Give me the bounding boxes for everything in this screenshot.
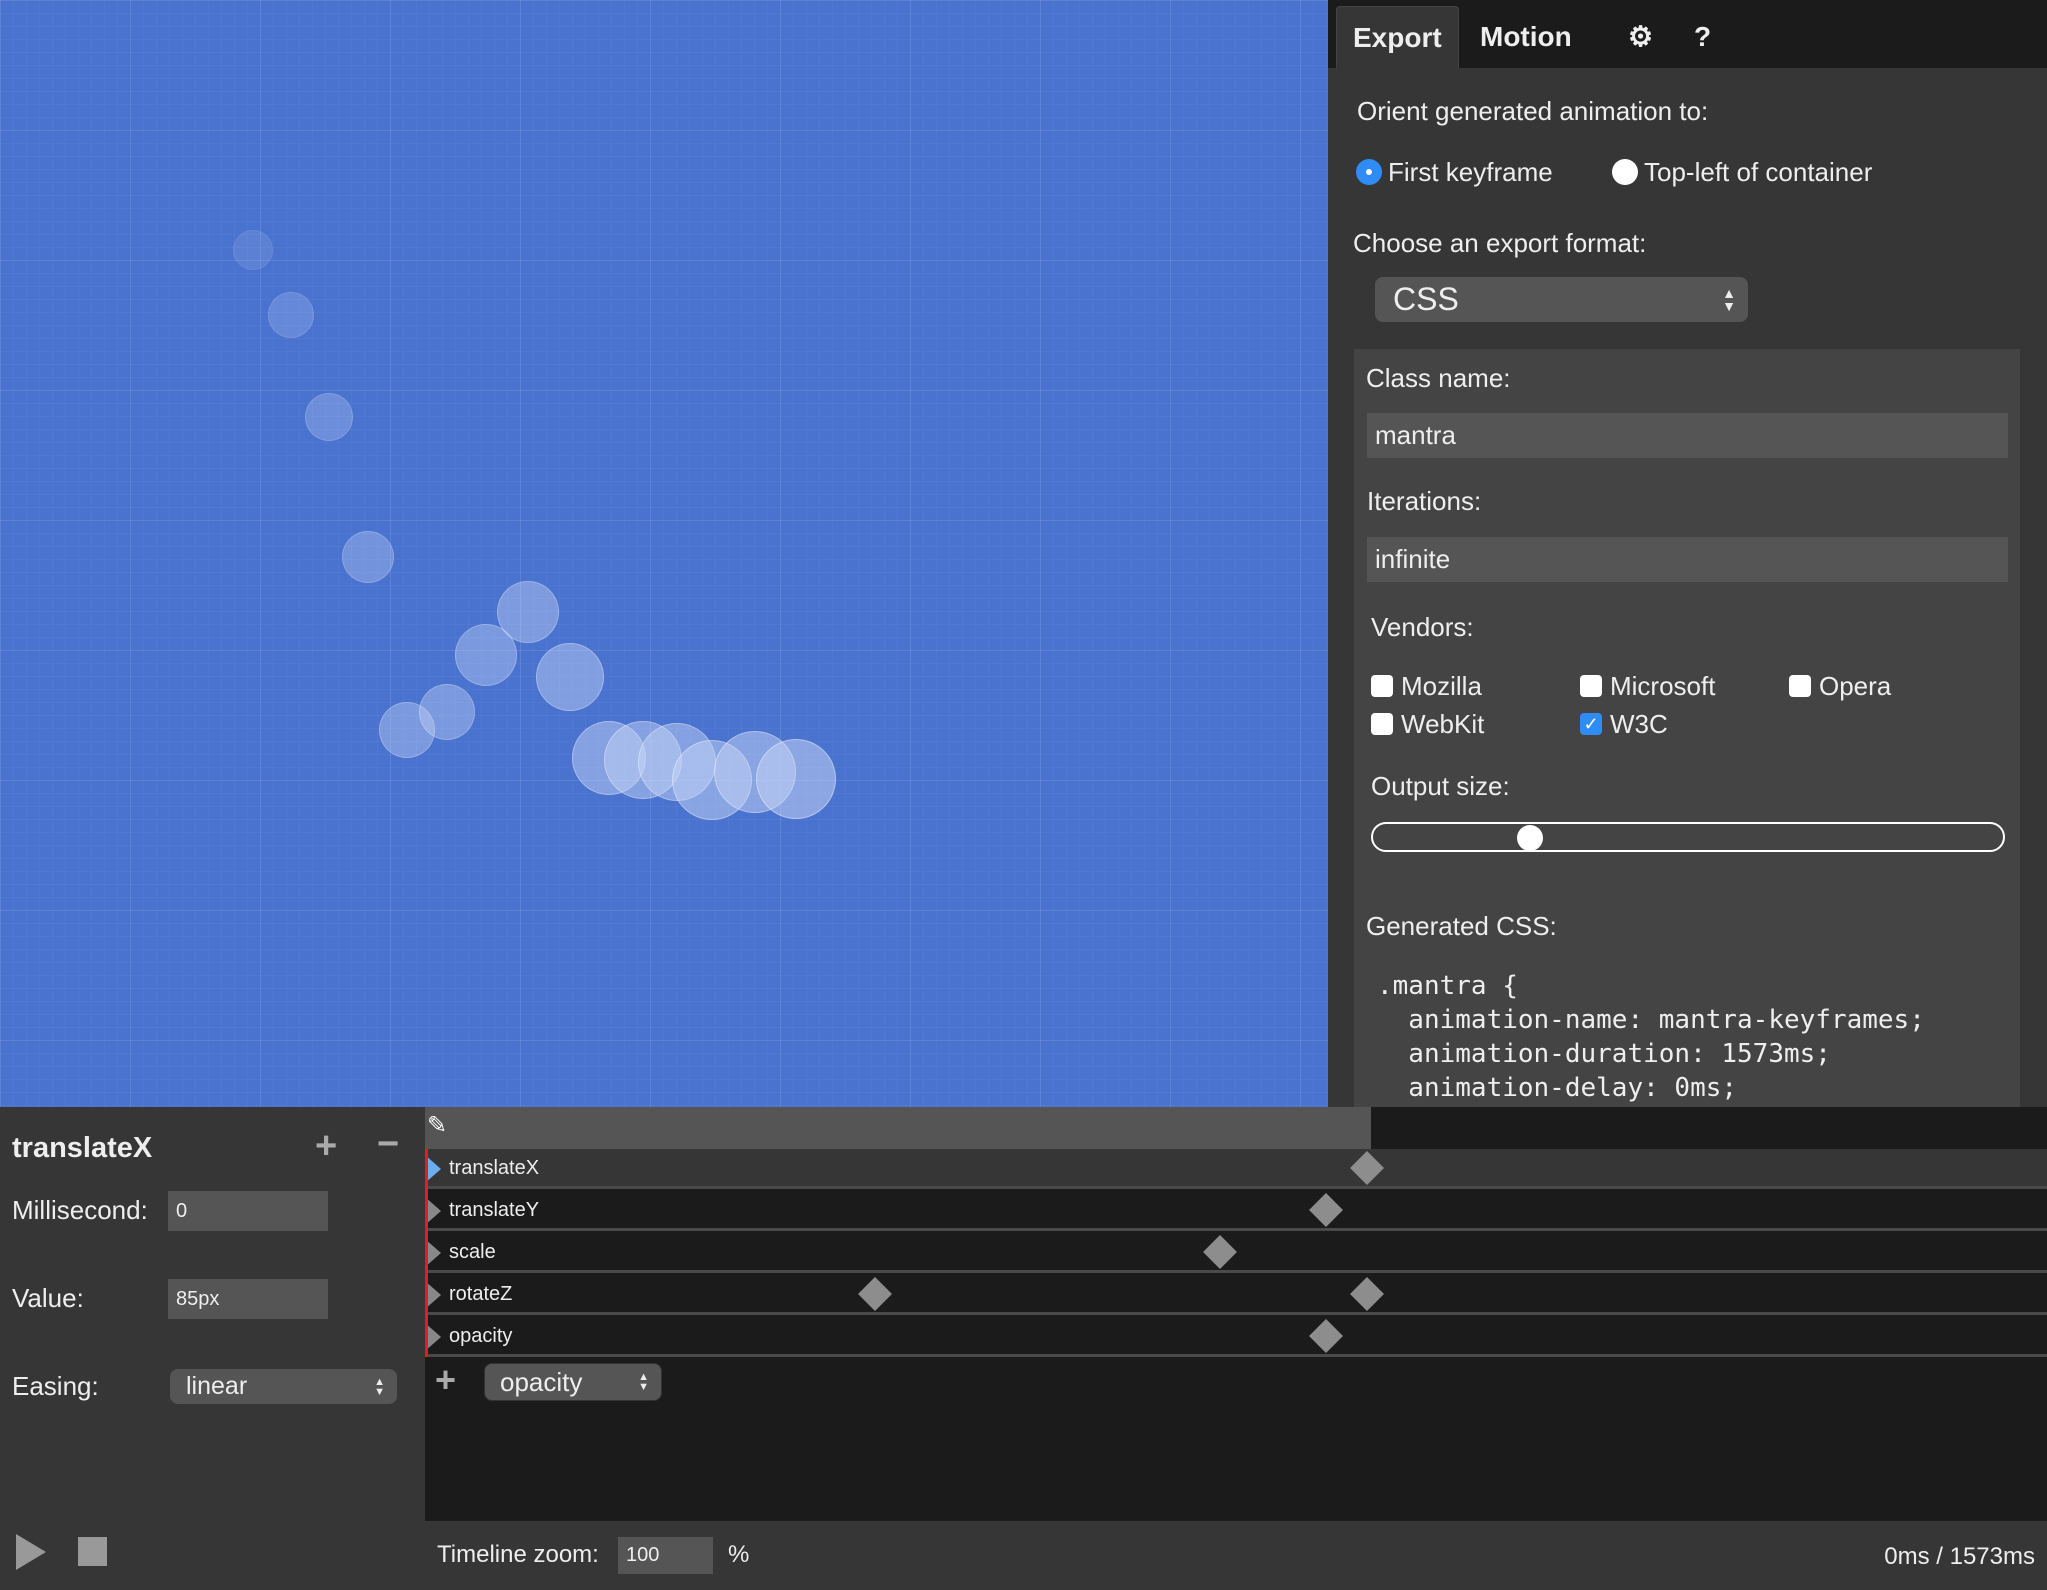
- radio-top-left[interactable]: [1612, 159, 1638, 185]
- w3c-label: W3C: [1610, 709, 1668, 739]
- code-line: .mantra {: [1377, 971, 1518, 1001]
- class-name-input[interactable]: mantra: [1367, 413, 2008, 458]
- play-button[interactable]: [16, 1534, 46, 1570]
- millisecond-label: Millisecond:: [12, 1195, 148, 1225]
- tab-settings[interactable]: ⚙: [1612, 6, 1669, 68]
- animation-stage[interactable]: [0, 0, 1328, 1107]
- iterations-input[interactable]: infinite: [1367, 537, 2008, 582]
- keyframe-editor: translateX + − Millisecond: 0 Value: 85p…: [0, 1107, 425, 1590]
- timeline-zoom-label: Timeline zoom:: [437, 1541, 599, 1568]
- stop-button[interactable]: [78, 1537, 107, 1566]
- track-rotateZ[interactable]: rotateZ: [425, 1275, 2047, 1315]
- gear-icon: ⚙: [1628, 21, 1654, 52]
- add-property-select[interactable]: opacity ▲ ▼: [484, 1363, 662, 1401]
- radio-top-left-label: Top-left of container: [1644, 157, 1873, 187]
- checkbox-mozilla[interactable]: [1371, 675, 1393, 697]
- property-title: translateX: [12, 1132, 153, 1164]
- checkbox-w3c[interactable]: ✓: [1580, 713, 1602, 735]
- ghost-frame-circle: [342, 531, 394, 583]
- add-keyframe-button[interactable]: +: [315, 1125, 337, 1168]
- ghost-frame-circle: [756, 739, 836, 819]
- easing-select[interactable]: linear ▲ ▼: [170, 1369, 397, 1404]
- timeline-zoom-input[interactable]: 100: [618, 1537, 713, 1574]
- checkbox-webkit[interactable]: [1371, 713, 1393, 735]
- select-arrows-icon: ▲ ▼: [638, 1371, 649, 1393]
- keyframe-diamond[interactable]: [1350, 1277, 1384, 1311]
- timeline-footer: Timeline zoom: 100 % 0ms / 1573ms: [425, 1521, 2047, 1590]
- easing-label: Easing:: [12, 1371, 99, 1401]
- radio-first-keyframe[interactable]: [1356, 159, 1382, 185]
- timeline[interactable]: ✎ translateX translateY scale rotateZ opacit…: [425, 1107, 2047, 1521]
- timeline-scrubber[interactable]: ✎: [425, 1107, 1371, 1149]
- add-property-button[interactable]: +: [435, 1359, 456, 1401]
- iterations-label: Iterations:: [1367, 486, 1482, 516]
- value-label: Value:: [12, 1283, 84, 1313]
- code-line: animation-duration: 1573ms;: [1377, 1039, 1831, 1069]
- generated-css-code[interactable]: .mantra { animation-name: mantra-keyfram…: [1367, 961, 2008, 1107]
- ghost-frame-circle: [233, 230, 273, 270]
- keyframe-diamond[interactable]: [857, 1277, 892, 1311]
- opera-label: Opera: [1819, 671, 1892, 701]
- format-value: CSS: [1393, 281, 1459, 317]
- mozilla-label: Mozilla: [1401, 671, 1482, 701]
- output-size-slider[interactable]: [1371, 822, 2005, 852]
- keyframe-diamond[interactable]: [1309, 1319, 1344, 1353]
- slider-knob[interactable]: [1517, 825, 1543, 851]
- microsoft-label: Microsoft: [1610, 671, 1716, 701]
- tab-bar: Export Motion ⚙ ?: [1328, 0, 2047, 68]
- tab-export[interactable]: Export: [1336, 6, 1459, 68]
- ghost-frame-circle: [268, 292, 314, 338]
- class-label: Class name:: [1366, 363, 1511, 393]
- code-line: animation-name: mantra-keyframes;: [1377, 1005, 1925, 1035]
- ghost-frame-circle: [305, 393, 353, 441]
- keyframe-diamond[interactable]: [1309, 1193, 1344, 1227]
- keyframe-diamond[interactable]: [1202, 1235, 1237, 1269]
- time-readout: 0ms / 1573ms: [1884, 1543, 2035, 1570]
- playhead-line: [425, 1149, 428, 1357]
- export-panel: Export Motion ⚙ ? Orient generated anima…: [1328, 0, 2047, 1107]
- select-arrows-icon: ▲ ▼: [374, 1375, 385, 1398]
- generated-css-label: Generated CSS:: [1366, 911, 1557, 941]
- remove-keyframe-button[interactable]: −: [377, 1123, 399, 1166]
- track-name: opacity: [449, 1325, 513, 1347]
- track-opacity[interactable]: opacity: [425, 1317, 2047, 1357]
- track-scale[interactable]: scale: [425, 1233, 2047, 1273]
- keyframe-diamond[interactable]: [1350, 1151, 1384, 1185]
- easing-value: linear: [186, 1372, 248, 1400]
- track-name: scale: [449, 1241, 496, 1263]
- track-translateX[interactable]: translateX: [425, 1149, 2047, 1189]
- checkbox-microsoft[interactable]: [1580, 675, 1602, 697]
- format-label: Choose an export format:: [1353, 228, 1647, 258]
- select-arrows-icon: ▲ ▼: [1722, 284, 1736, 314]
- vendors-label: Vendors:: [1371, 612, 1474, 642]
- tab-help[interactable]: ?: [1678, 6, 1727, 68]
- radio-first-keyframe-label: First keyframe: [1388, 157, 1553, 187]
- ghost-frame-circle: [497, 581, 559, 643]
- tab-motion[interactable]: Motion: [1464, 6, 1588, 68]
- code-line: animation-delay: 0ms;: [1377, 1073, 1738, 1103]
- playhead-handle-icon[interactable]: ✎: [427, 1111, 447, 1140]
- track-name: translateX: [449, 1157, 540, 1179]
- output-size-label: Output size:: [1371, 771, 1510, 801]
- add-property-value: opacity: [500, 1367, 583, 1397]
- format-select[interactable]: CSS ▲ ▼: [1375, 277, 1748, 322]
- checkbox-opera[interactable]: [1789, 675, 1811, 697]
- value-input[interactable]: 85px: [168, 1279, 328, 1319]
- track-translateY[interactable]: translateY: [425, 1191, 2047, 1231]
- track-name: translateY: [449, 1199, 540, 1221]
- track-name: rotateZ: [449, 1283, 513, 1305]
- orient-label: Orient generated animation to:: [1357, 96, 1709, 126]
- millisecond-input[interactable]: 0: [168, 1191, 328, 1231]
- ghost-frame-circle: [419, 684, 475, 740]
- ghost-frame-circle: [536, 643, 604, 711]
- webkit-label: WebKit: [1401, 709, 1485, 739]
- zoom-unit: %: [728, 1541, 750, 1568]
